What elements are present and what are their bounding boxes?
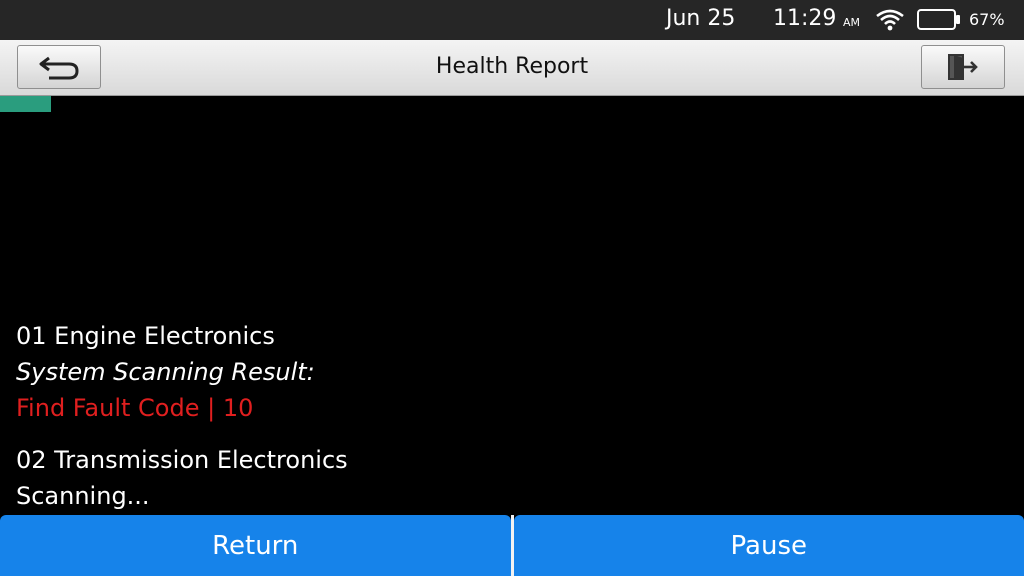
pause-button[interactable]: Pause	[513, 515, 1024, 576]
return-button[interactable]: Return	[0, 515, 511, 576]
scan-status: Scanning...	[16, 482, 150, 510]
title-bar: Health Report	[0, 40, 1024, 96]
status-ampm: AM	[843, 16, 861, 29]
battery-icon	[917, 9, 960, 30]
status-date: Jun 25	[666, 6, 736, 31]
exit-button[interactable]	[921, 45, 1005, 89]
status-time: 11:29	[773, 6, 837, 31]
exit-door-icon	[948, 54, 978, 80]
bottom-bar: Return Pause	[0, 515, 1024, 576]
scan-result-label: System Scanning Result:	[16, 358, 315, 386]
wifi-icon	[876, 9, 904, 31]
page-title: Health Report	[435, 54, 589, 79]
scan-progress-bar	[0, 96, 1024, 112]
scan-progress-fill	[0, 96, 52, 112]
fault-code-result: Find Fault Code | 10	[16, 394, 254, 422]
scan-results: 01 Engine Electronics System Scanning Re…	[16, 318, 1006, 514]
battery-percent: 67%	[969, 10, 1005, 29]
system-name: 01 Engine Electronics	[16, 322, 275, 350]
system-name: 02 Transmission Electronics	[16, 446, 348, 474]
status-bar: Jun 25 11:29 AM 67%	[0, 0, 1024, 40]
screen: Jun 25 11:29 AM 67% Health Report 01 Eng…	[0, 0, 1024, 576]
